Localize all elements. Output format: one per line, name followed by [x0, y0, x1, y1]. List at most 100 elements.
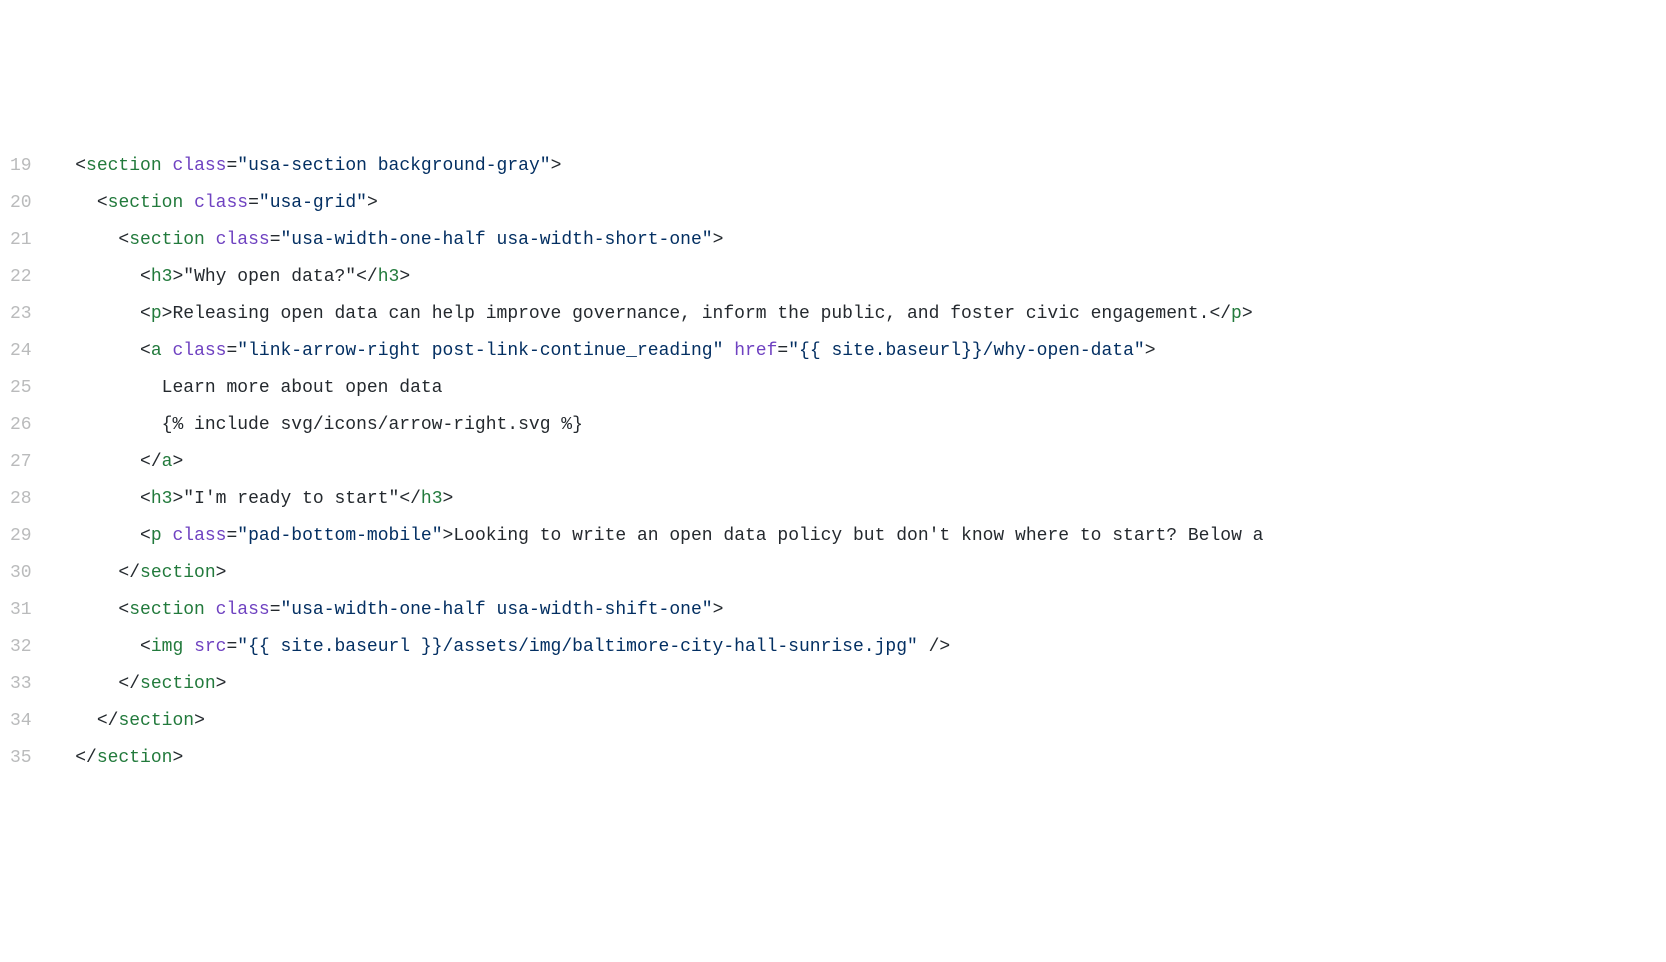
code-line[interactable]: <h3>"I'm ready to start"</h3> [54, 481, 1666, 518]
token-punc: = [226, 526, 237, 546]
token-punc: > [172, 452, 183, 472]
token-punc: </ [1209, 304, 1231, 324]
indent-whitespace [54, 452, 140, 472]
token-tag: section [129, 600, 205, 620]
token-tag: p [151, 304, 162, 324]
indent-whitespace [54, 341, 140, 361]
token-text: "Why open data?" [183, 267, 356, 287]
token-punc: < [118, 600, 129, 620]
code-line[interactable]: </section> [54, 703, 1666, 740]
code-line[interactable]: <section class="usa-width-one-half usa-w… [54, 592, 1666, 629]
indent-whitespace [54, 415, 162, 435]
code-line[interactable]: <section class="usa-grid"> [54, 185, 1666, 222]
line-number: 28 [10, 481, 32, 518]
token-attr: src [194, 637, 226, 657]
line-number: 32 [10, 629, 32, 666]
token-str: "usa-grid" [259, 193, 367, 213]
token-punc: /> [918, 637, 950, 657]
indent-whitespace [54, 674, 119, 694]
indent-whitespace [54, 267, 140, 287]
indent-whitespace [54, 563, 119, 583]
token-punc: > [194, 711, 205, 731]
token-punc: < [75, 156, 86, 176]
line-number: 29 [10, 518, 32, 555]
code-line[interactable]: <p>Releasing open data can help improve … [54, 296, 1666, 333]
token-punc: < [140, 267, 151, 287]
line-number: 24 [10, 333, 32, 370]
token-attr: class [216, 230, 270, 250]
token-tag: section [108, 193, 184, 213]
code-line[interactable]: </section> [54, 555, 1666, 592]
code-line[interactable]: Learn more about open data [54, 370, 1666, 407]
code-line[interactable]: </a> [54, 444, 1666, 481]
code-line[interactable]: <img src="{{ site.baseurl }}/assets/img/… [54, 629, 1666, 666]
token-punc [162, 341, 173, 361]
token-punc: </ [97, 711, 119, 731]
token-tag: a [151, 341, 162, 361]
token-punc: = [270, 230, 281, 250]
token-punc [205, 230, 216, 250]
token-attr: class [216, 600, 270, 620]
indent-whitespace [54, 489, 140, 509]
token-tag: section [129, 230, 205, 250]
token-punc: </ [356, 267, 378, 287]
token-punc: = [248, 193, 259, 213]
token-punc: > [172, 489, 183, 509]
token-tag: h3 [421, 489, 443, 509]
indent-whitespace [54, 156, 76, 176]
code-line[interactable]: <section class="usa-section background-g… [54, 148, 1666, 185]
token-punc [723, 341, 734, 361]
token-punc [205, 600, 216, 620]
token-str: "{{ site.baseurl}}/why-open-data" [788, 341, 1144, 361]
token-punc: < [140, 489, 151, 509]
token-punc [162, 526, 173, 546]
line-number: 19 [10, 148, 32, 185]
code-line[interactable]: <section class="usa-width-one-half usa-w… [54, 222, 1666, 259]
line-number: 26 [10, 407, 32, 444]
token-punc: > [443, 489, 454, 509]
code-line[interactable]: <p class="pad-bottom-mobile">Looking to … [54, 518, 1666, 555]
token-tag: img [151, 637, 183, 657]
token-punc: > [367, 193, 378, 213]
token-attr: class [172, 156, 226, 176]
token-punc: </ [75, 748, 97, 768]
token-punc [162, 156, 173, 176]
token-punc: < [140, 637, 151, 657]
line-number: 31 [10, 592, 32, 629]
line-number: 35 [10, 740, 32, 777]
token-str: "usa-section background-gray" [237, 156, 550, 176]
token-tag: h3 [151, 489, 173, 509]
indent-whitespace [54, 378, 162, 398]
code-line[interactable]: {% include svg/icons/arrow-right.svg %} [54, 407, 1666, 444]
token-tag: section [86, 156, 162, 176]
token-tag: h3 [151, 267, 173, 287]
token-tag: h3 [378, 267, 400, 287]
token-punc: < [140, 526, 151, 546]
indent-whitespace [54, 193, 97, 213]
token-punc [183, 193, 194, 213]
line-number: 25 [10, 370, 32, 407]
line-number: 33 [10, 666, 32, 703]
code-line[interactable]: <h3>"Why open data?"</h3> [54, 259, 1666, 296]
token-punc: </ [118, 563, 140, 583]
line-number: 20 [10, 185, 32, 222]
code-line[interactable]: </section> [54, 666, 1666, 703]
token-punc: < [97, 193, 108, 213]
code-line[interactable]: </section> [54, 740, 1666, 777]
token-tag: section [140, 674, 216, 694]
token-punc: </ [399, 489, 421, 509]
token-punc [183, 637, 194, 657]
token-punc: = [226, 637, 237, 657]
token-punc: </ [118, 674, 140, 694]
indent-whitespace [54, 711, 97, 731]
token-punc: < [140, 341, 151, 361]
token-text: "I'm ready to start" [183, 489, 399, 509]
code-line[interactable]: <a class="link-arrow-right post-link-con… [54, 333, 1666, 370]
token-punc: > [172, 267, 183, 287]
token-tag: p [1231, 304, 1242, 324]
token-punc: = [777, 341, 788, 361]
code-content[interactable]: <section class="usa-section background-g… [54, 148, 1666, 777]
token-punc: > [216, 674, 227, 694]
token-tag: p [151, 526, 162, 546]
token-punc: = [226, 156, 237, 176]
